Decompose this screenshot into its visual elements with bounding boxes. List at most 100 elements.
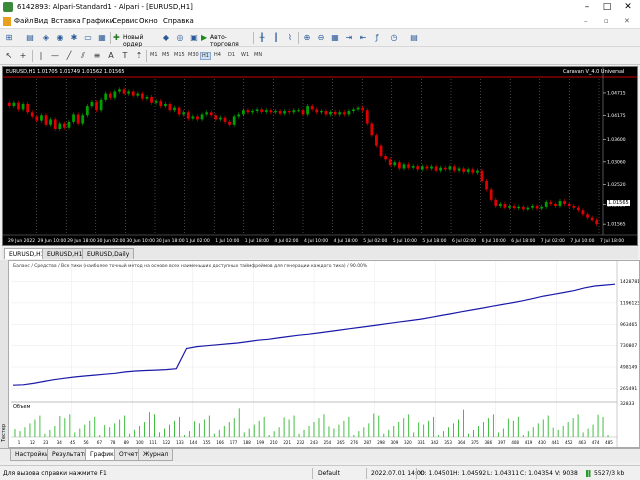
time-tick-label: 7 Jul 02:00 bbox=[541, 238, 565, 244]
horizontal-line-icon[interactable]: — bbox=[49, 50, 61, 62]
volume-axis-label: 375 bbox=[471, 440, 479, 445]
time-tick-label: 4 Jul 10:00 bbox=[304, 238, 328, 244]
terminal-icon[interactable]: ▭ bbox=[82, 32, 94, 44]
volume-axis-label: 111 bbox=[149, 440, 157, 445]
arrows-icon[interactable]: ⇡ bbox=[133, 50, 145, 62]
status-traffic: 5527/3 kb bbox=[594, 470, 625, 477]
time-tick-label: 6 Jul 18:00 bbox=[511, 238, 535, 244]
cursor-icon[interactable]: ↖ bbox=[3, 50, 15, 62]
volume-axis-label: 364 bbox=[458, 440, 466, 445]
candle-body bbox=[53, 119, 57, 129]
timeframe-m5[interactable]: M5 bbox=[162, 52, 170, 58]
candle-body bbox=[246, 110, 250, 113]
time-tick-label: 1 Jul 02:00 bbox=[186, 238, 210, 244]
timeframe-mn[interactable]: MN bbox=[254, 52, 262, 58]
market-watch-icon[interactable]: ◈ bbox=[40, 32, 52, 44]
price-tick-label: 1.01565 bbox=[607, 222, 626, 228]
navigator-icon[interactable]: ✱ bbox=[68, 32, 80, 44]
vertical-line-icon[interactable]: | bbox=[35, 50, 47, 62]
candle-body bbox=[255, 109, 259, 112]
metaeditor-icon[interactable]: ◆ bbox=[160, 32, 172, 44]
candle-body bbox=[205, 112, 209, 115]
tester-side-tab[interactable]: Тестер bbox=[0, 260, 9, 448]
candle-body bbox=[535, 206, 539, 209]
menu-insert[interactable]: Вставка bbox=[51, 17, 81, 25]
candle-body bbox=[44, 115, 48, 125]
auto-scroll-icon[interactable]: ⇥ bbox=[343, 32, 355, 44]
mdi-restore-icon[interactable]: ▫ bbox=[604, 17, 609, 25]
candle-body bbox=[430, 166, 433, 169]
candle-body bbox=[379, 145, 383, 157]
zoom-out-icon[interactable]: ⊖ bbox=[315, 32, 327, 44]
zoom-in-icon[interactable]: ⊕ bbox=[301, 32, 313, 44]
candlestick-icon[interactable]: ┃ bbox=[270, 32, 282, 44]
candle-body bbox=[141, 93, 144, 99]
label-icon[interactable]: T bbox=[119, 50, 131, 62]
menu-file[interactable]: Файл bbox=[14, 17, 33, 25]
fibonacci-icon[interactable]: ≡ bbox=[91, 50, 103, 62]
menu-tools[interactable]: Сервис bbox=[112, 17, 138, 25]
timeframe-m1[interactable]: M1 bbox=[150, 52, 158, 58]
tile-windows-icon[interactable]: ▦ bbox=[329, 32, 341, 44]
volume-axis-label: 320 bbox=[404, 440, 412, 445]
timeframe-m15[interactable]: M15 bbox=[174, 52, 185, 58]
bar-chart-icon[interactable]: ╫ bbox=[256, 32, 268, 44]
volume-axis-label: 188 bbox=[243, 440, 251, 445]
price-chart[interactable]: 1.047151.041751.036001.030601.025201.020… bbox=[2, 66, 638, 246]
autotrading-button[interactable]: ▶ Авто-торговля bbox=[201, 31, 251, 48]
chart-tab-eurusd-h1[interactable]: EURUSD,H1 bbox=[42, 248, 88, 259]
candle-body bbox=[370, 123, 374, 136]
timeframe-d1[interactable]: D1 bbox=[228, 52, 235, 58]
candle-body bbox=[471, 169, 475, 173]
menu-window[interactable]: Окно bbox=[139, 17, 158, 25]
profiles-icon[interactable]: ▤ bbox=[24, 32, 36, 44]
timeframe-m30[interactable]: M30 bbox=[188, 52, 199, 58]
minimize-icon[interactable]: – bbox=[580, 2, 594, 12]
channel-icon[interactable]: ⫽ bbox=[77, 50, 89, 62]
new-chart-icon[interactable]: ⊞ bbox=[3, 32, 15, 44]
status-open: O: 1.04501 bbox=[420, 470, 454, 477]
new-order-icon: ✚ bbox=[113, 33, 120, 42]
text-icon[interactable]: A bbox=[105, 50, 117, 62]
volume-max-label: 32833 bbox=[620, 402, 635, 407]
candle-body bbox=[407, 164, 410, 168]
app-icon bbox=[3, 2, 13, 12]
mdi-close-icon[interactable]: ✕ bbox=[624, 17, 630, 25]
candle-body bbox=[81, 115, 85, 124]
indicators-icon[interactable]: ƒ bbox=[371, 32, 383, 44]
candle-body bbox=[498, 203, 502, 207]
new-order-button[interactable]: ✚ Новый ордер bbox=[113, 31, 157, 48]
line-chart-icon[interactable]: ⌇ bbox=[284, 32, 296, 44]
time-tick-label: 30 Jun 10:00 bbox=[126, 238, 155, 244]
candle-body bbox=[177, 107, 181, 115]
timeframe-h4[interactable]: H4 bbox=[214, 52, 221, 58]
tester-icon[interactable]: ▦ bbox=[96, 32, 108, 44]
periods-icon[interactable]: ◷ bbox=[388, 32, 400, 44]
chart-tab-eurusd-daily[interactable]: EURUSD,Daily bbox=[82, 248, 135, 259]
timeframe-h1[interactable]: H1 bbox=[200, 52, 211, 60]
trendline-icon[interactable]: ╱ bbox=[63, 50, 75, 62]
volume-axis-label: 133 bbox=[176, 440, 184, 445]
candle-body bbox=[17, 102, 20, 110]
price-tick-label: 1.04715 bbox=[607, 90, 626, 96]
maximize-icon[interactable]: □ bbox=[600, 2, 614, 12]
signals-icon[interactable]: ◎ bbox=[174, 32, 186, 44]
chart-shift-icon[interactable]: ⇤ bbox=[357, 32, 369, 44]
tab-journal[interactable]: Журнал bbox=[138, 449, 174, 461]
market-icon[interactable]: ▣ bbox=[188, 32, 200, 44]
menu-help[interactable]: Справка bbox=[163, 17, 194, 25]
timeframe-w1[interactable]: W1 bbox=[241, 52, 249, 58]
data-window-icon[interactable]: ◉ bbox=[54, 32, 66, 44]
menu-view[interactable]: Вид bbox=[34, 17, 48, 25]
mdi-minimize-icon[interactable]: – bbox=[584, 17, 588, 25]
crosshair-icon[interactable]: + bbox=[17, 50, 29, 62]
close-icon[interactable]: ✕ bbox=[621, 2, 635, 12]
menu-charts[interactable]: Графики bbox=[82, 17, 114, 25]
status-close: C: 1.04354 bbox=[520, 470, 553, 477]
candle-body bbox=[297, 110, 300, 112]
candle-body bbox=[434, 166, 438, 171]
templates-icon[interactable]: ▤ bbox=[408, 32, 420, 44]
volume-axis-label: 243 bbox=[310, 440, 318, 445]
candle-body bbox=[104, 93, 108, 100]
time-tick-label: 30 Jun 18:00 bbox=[156, 238, 185, 244]
